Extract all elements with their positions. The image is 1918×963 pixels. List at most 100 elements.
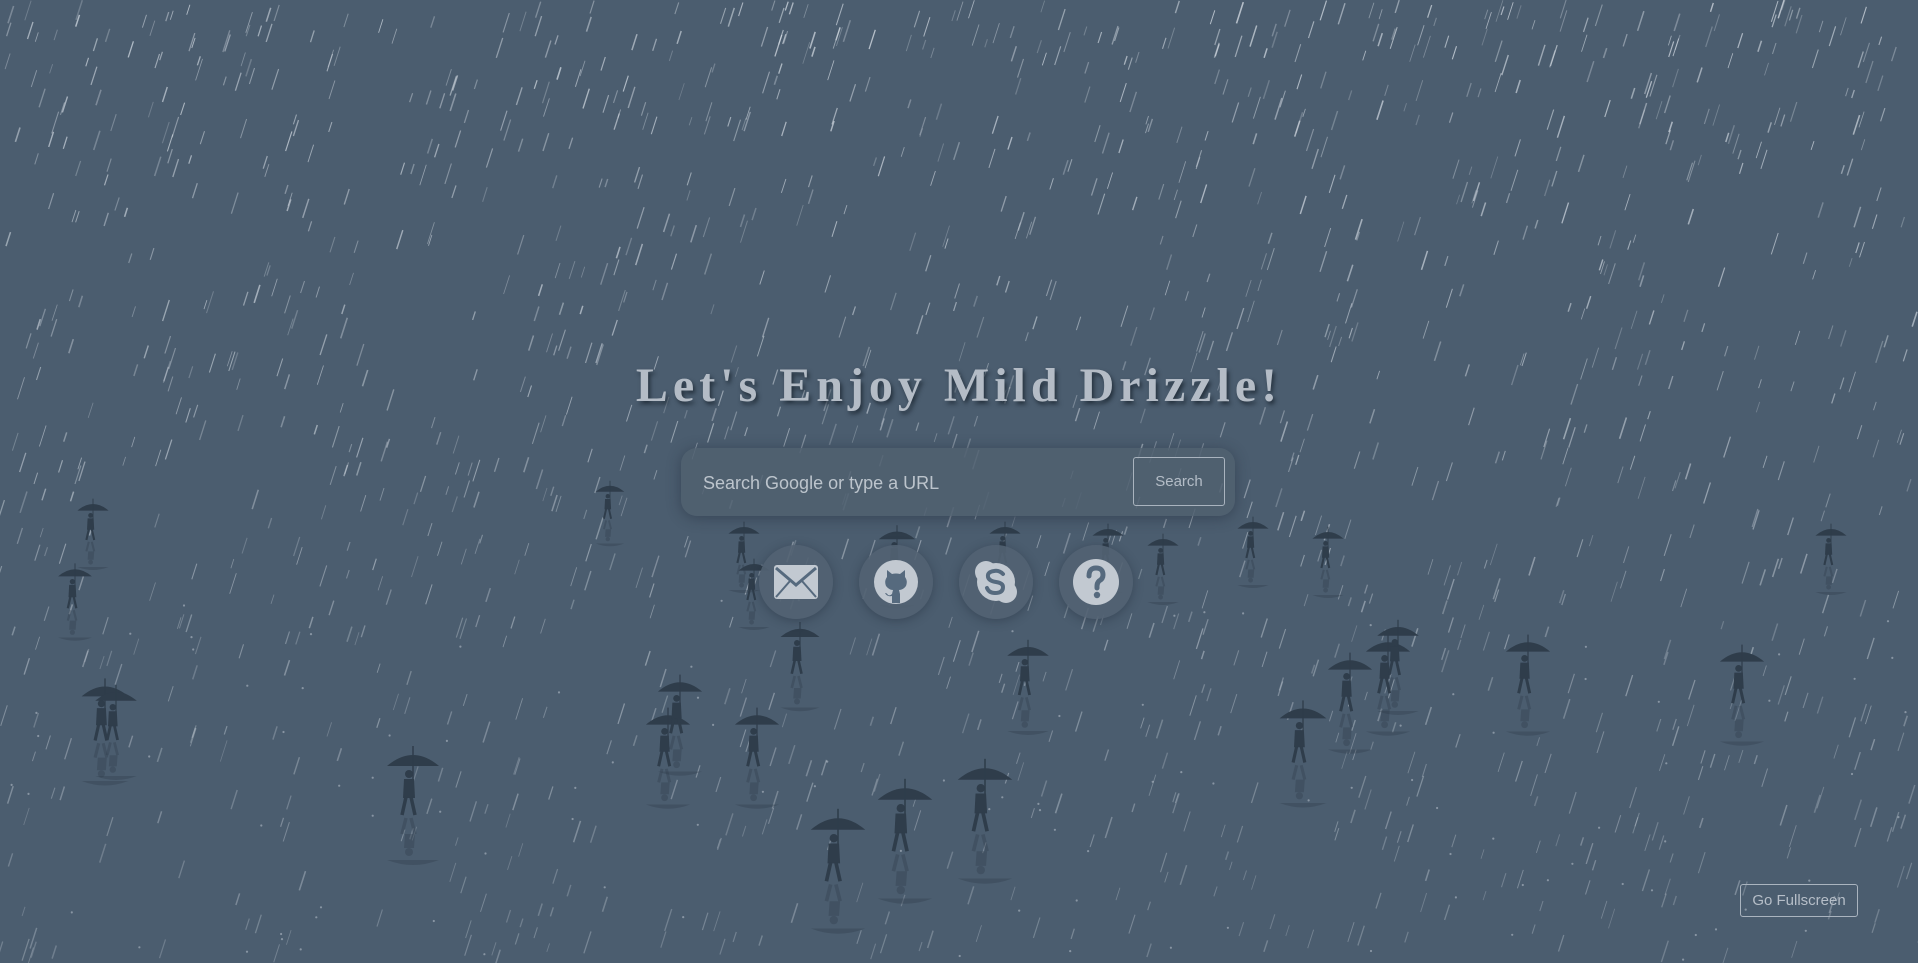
rain-drop: [739, 697, 748, 717]
rain-splash: [1369, 624, 1372, 627]
rain-drop: [103, 174, 109, 186]
rain-drop: [1490, 156, 1499, 179]
rain-drop: [1604, 99, 1611, 118]
rain-drop: [1354, 218, 1363, 240]
rain-drop: [480, 893, 487, 913]
rain-drop: [1443, 904, 1451, 921]
rain-drop: [996, 275, 1001, 286]
rain-drop: [856, 930, 862, 944]
rain-drop: [1443, 565, 1451, 586]
rain-splash: [388, 734, 391, 737]
rain-drop: [410, 163, 415, 175]
rain-drop: [293, 756, 301, 775]
rain-drop: [642, 112, 649, 130]
rain-splash: [1886, 620, 1890, 623]
fullscreen-button[interactable]: Go Fullscreen: [1740, 884, 1858, 917]
rain-drop: [1562, 417, 1572, 440]
rain-drop: [85, 57, 90, 67]
rain-drop: [1703, 108, 1710, 125]
rain-drop: [991, 115, 999, 134]
rain-drop: [230, 789, 238, 810]
rain-drop: [1093, 411, 1100, 430]
rain-drop: [1869, 807, 1878, 828]
rain-drop: [1334, 643, 1340, 658]
rain-splash: [611, 761, 614, 764]
rain-drop: [1703, 482, 1712, 504]
search-input[interactable]: [691, 460, 1125, 506]
help-shortcut-button[interactable]: [1059, 545, 1133, 619]
rain-drop: [1328, 710, 1334, 722]
rain-drop: [451, 75, 459, 91]
rain-drop: [653, 470, 658, 480]
rain-drop: [1543, 179, 1551, 197]
rain-drop: [1161, 37, 1167, 49]
rain-drop: [727, 116, 732, 127]
rain-drop: [589, 0, 595, 14]
umbrella-walker: [810, 808, 866, 934]
rain-drop: [251, 489, 260, 510]
rain-splash: [445, 739, 448, 743]
rain-drop: [1698, 817, 1704, 829]
rain-drop: [1239, 560, 1246, 578]
rain-drop: [427, 522, 433, 537]
rain-drop: [425, 584, 433, 605]
rain-drop: [1622, 165, 1628, 179]
rain-drop: [1848, 717, 1857, 738]
rain-drop: [1551, 170, 1558, 187]
rain-drop: [1173, 660, 1181, 680]
rain-drop: [409, 93, 414, 103]
rain-drop: [542, 487, 548, 502]
rain-drop: [430, 16, 436, 28]
rain-drop: [328, 121, 333, 133]
rain-drop: [542, 706, 548, 718]
rain-drop: [465, 920, 472, 939]
rain-drop: [1683, 796, 1690, 815]
rain-drop: [643, 444, 648, 454]
rain-drop: [206, 291, 214, 314]
rain-drop: [1771, 623, 1779, 641]
rain-drop: [99, 655, 105, 670]
rain-drop: [534, 1, 542, 18]
rain-drop: [1217, 725, 1222, 736]
rain-drop: [0, 565, 3, 574]
rain-drop: [1375, 892, 1382, 909]
rain-drop: [1360, 600, 1366, 613]
rain-drop: [1299, 195, 1307, 215]
rain-drop: [1179, 864, 1188, 886]
rain-drop: [1669, 853, 1674, 863]
email-shortcut-button[interactable]: [759, 545, 833, 619]
rain-drop: [1104, 749, 1110, 761]
rain-drop: [445, 68, 452, 86]
rain-drop: [267, 517, 273, 529]
rain-drop: [309, 30, 315, 43]
rain-drop: [1236, 825, 1244, 843]
skype-shortcut-button[interactable]: [959, 545, 1033, 619]
rain-drop: [164, 439, 173, 460]
rain-drop: [505, 813, 511, 828]
rain-drop: [1057, 8, 1066, 31]
rain-drop: [828, 423, 837, 446]
rain-drop: [856, 882, 864, 903]
rain-drop: [915, 422, 920, 431]
search-button[interactable]: Search: [1133, 457, 1225, 506]
rain-drop: [38, 88, 46, 108]
rain-drop: [219, 740, 228, 762]
rain-drop: [1140, 717, 1145, 729]
rain-drop: [1193, 721, 1202, 741]
rain-drop: [1219, 422, 1226, 438]
umbrella-walker: [1237, 516, 1269, 588]
rain-drop: [154, 513, 160, 528]
rain-drop: [1663, 639, 1672, 660]
rain-drop: [625, 237, 633, 256]
rain-drop: [1307, 929, 1315, 949]
rain-drop: [870, 943, 877, 960]
rain-drop: [809, 31, 816, 49]
umbrella-walker: [645, 707, 691, 809]
rain-drop: [59, 786, 66, 801]
github-shortcut-button[interactable]: [859, 545, 933, 619]
rain-drop: [75, 160, 82, 177]
rain-splash: [1053, 828, 1056, 831]
rain-splash: [1546, 879, 1549, 882]
rain-drop: [1350, 289, 1358, 308]
rain-drop: [1818, 20, 1824, 33]
